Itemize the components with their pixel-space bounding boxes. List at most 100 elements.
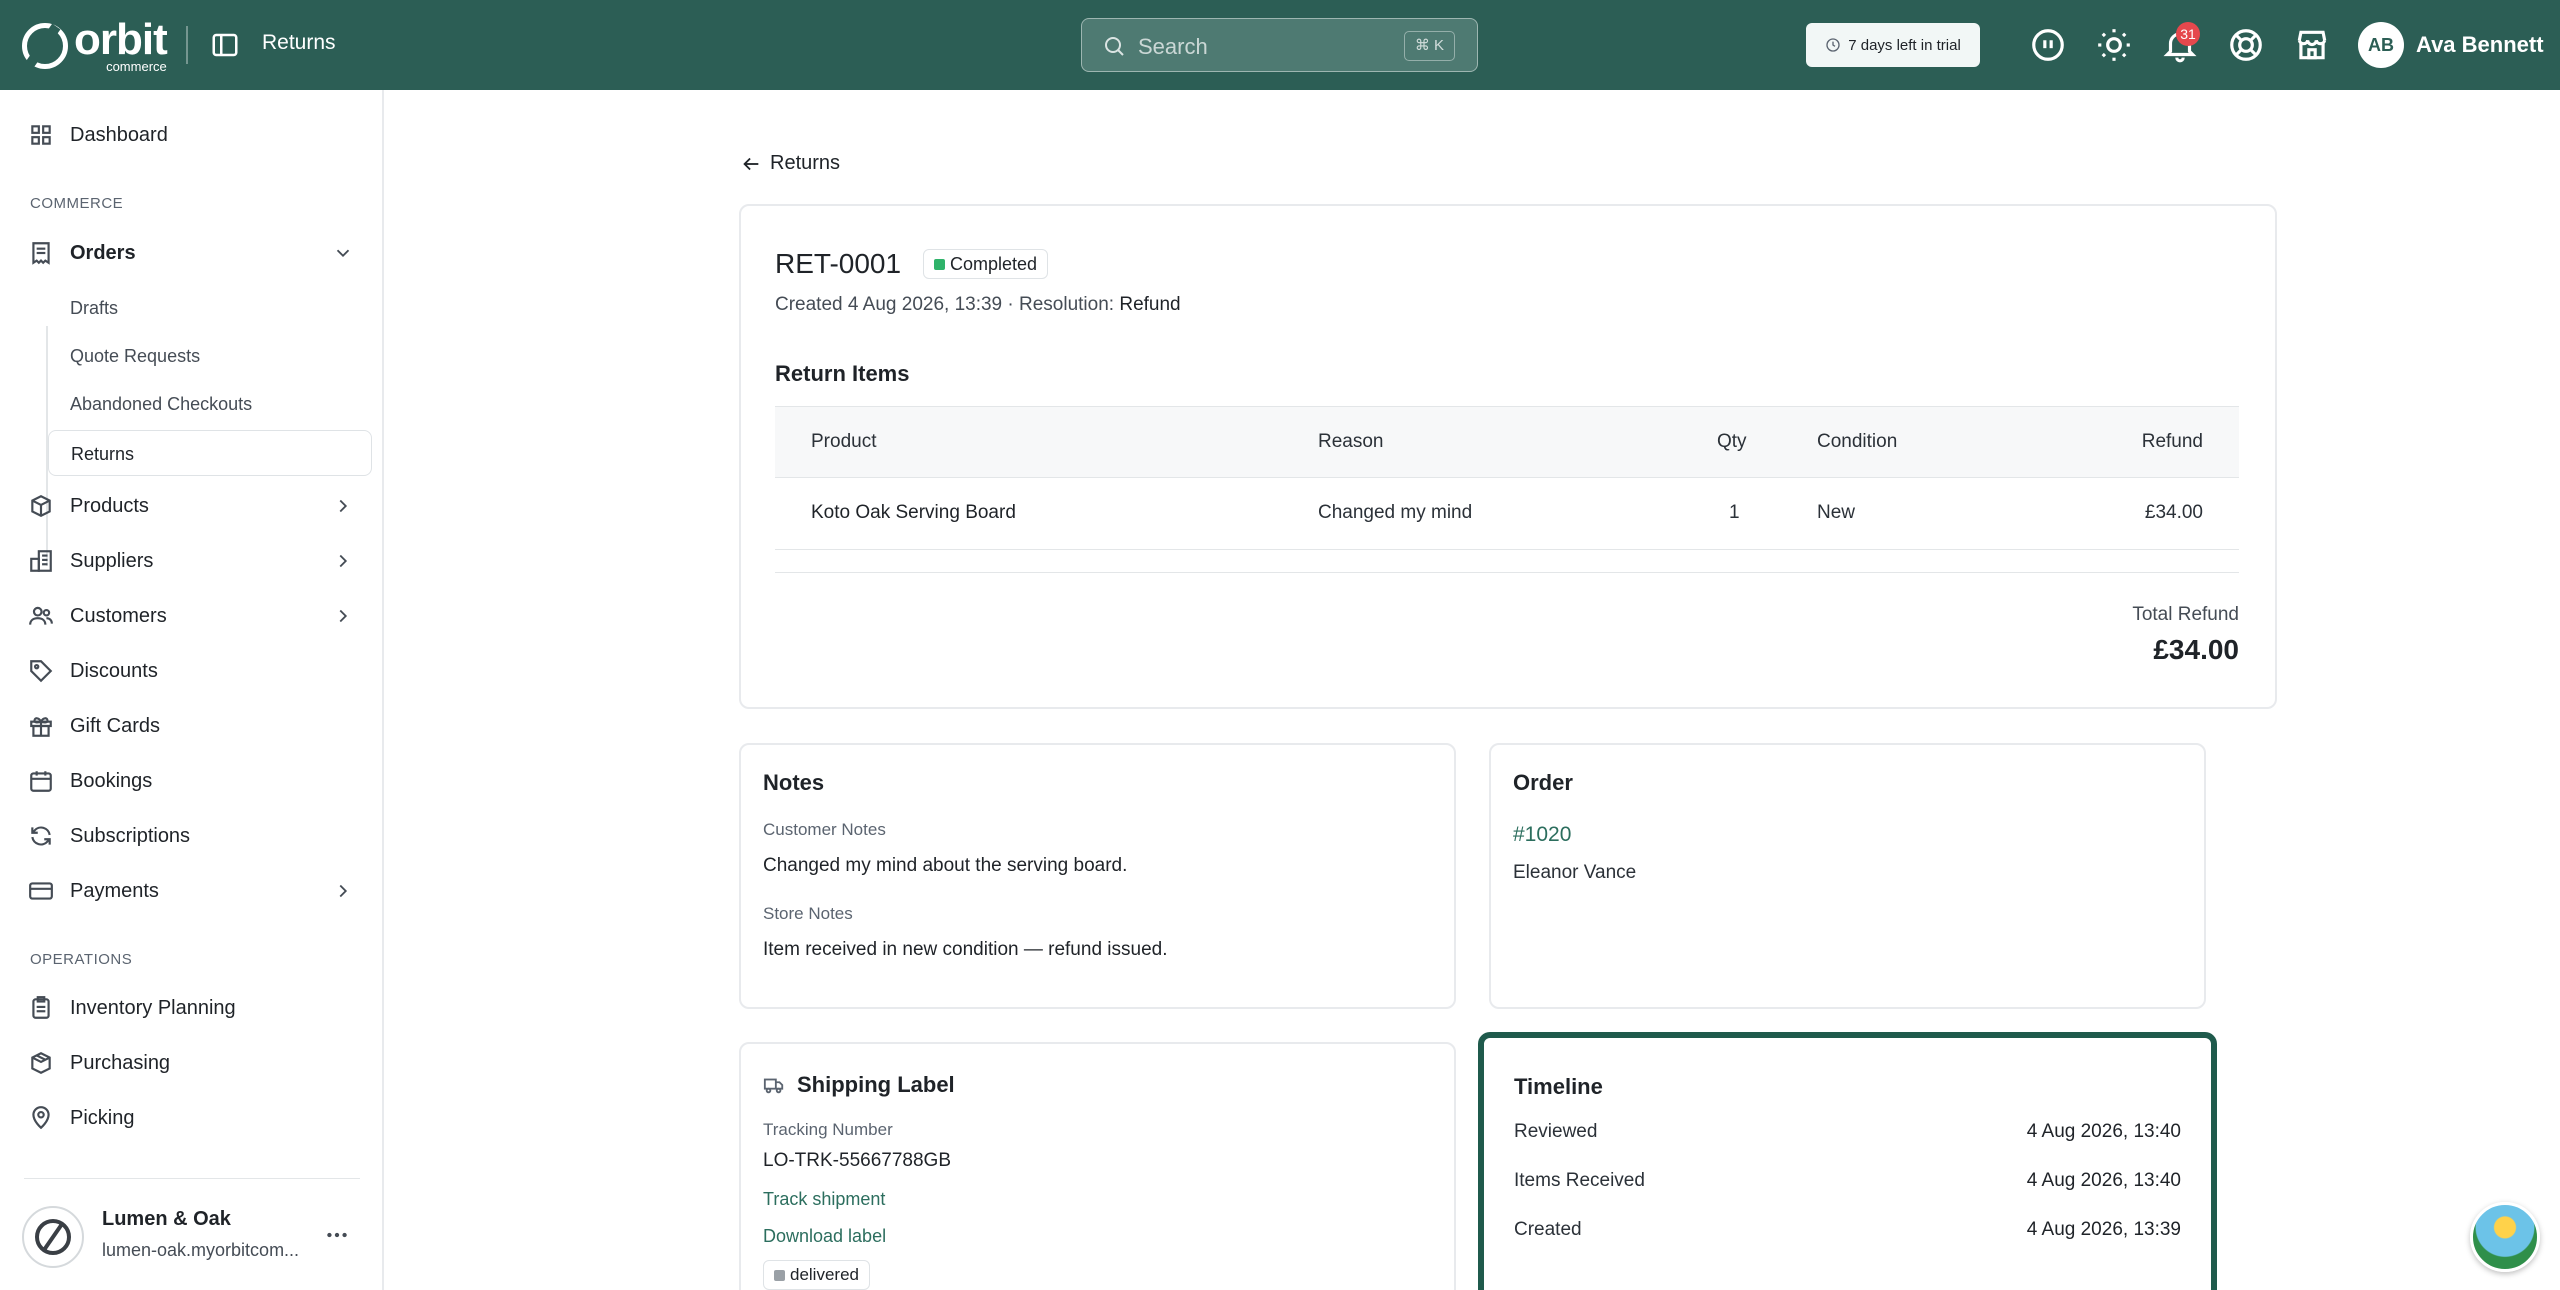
sidebar-item-label: Bookings — [70, 769, 153, 792]
calendar-icon — [30, 771, 52, 792]
sidebar-item-customers[interactable]: Customers — [0, 591, 384, 641]
sidebar-item-suppliers[interactable]: Suppliers — [0, 536, 384, 586]
track-shipment-link[interactable]: Track shipment — [763, 1189, 885, 1210]
column-header-refund: Refund — [2141, 431, 2203, 452]
help-lifebuoy-icon[interactable] — [2227, 26, 2265, 64]
package-icon — [31, 1052, 51, 1074]
sidebar-item-label: Dashboard — [70, 123, 168, 146]
cell-condition: New — [1817, 502, 1856, 523]
sidebar-item-gift-cards[interactable]: Gift Cards — [0, 701, 384, 751]
back-link[interactable]: Returns — [740, 152, 840, 175]
sidebar-item-discounts[interactable]: Discounts — [0, 646, 384, 696]
shipping-label-card: Shipping Label Tracking Number LO-TRK-55… — [739, 1042, 1456, 1290]
search-input[interactable]: Search ⌘ K — [1081, 18, 1478, 72]
sidebar-toggle-icon[interactable] — [210, 30, 240, 60]
timeline-event-label: Items Received — [1514, 1170, 1645, 1191]
table-row[interactable]: Koto Oak Serving Board Changed my mind 1… — [775, 478, 2239, 550]
chevron-right-icon[interactable] — [332, 605, 354, 627]
sidebar-item-label: Gift Cards — [70, 714, 161, 737]
total-refund-label: Total Refund — [2132, 604, 2239, 625]
store-name[interactable]: Lumen & Oak — [102, 1208, 231, 1231]
sidebar-item-picking[interactable]: Picking — [0, 1093, 384, 1143]
clipboard-icon — [32, 996, 50, 1019]
timeline-event-date: 4 Aug 2026, 13:40 — [2026, 1121, 2181, 1142]
chevron-right-icon[interactable] — [332, 495, 354, 517]
storefront-icon[interactable] — [2293, 26, 2331, 64]
trial-badge[interactable]: 7 days left in trial — [1806, 23, 1980, 67]
sidebar-item-label: Subscriptions — [70, 824, 191, 847]
sidebar-item-purchasing[interactable]: Purchasing — [0, 1038, 384, 1088]
notes-card: Notes Customer Notes Changed my mind abo… — [739, 743, 1456, 1009]
sidebar-divider — [24, 1178, 360, 1179]
search-icon — [1105, 37, 1124, 56]
sidebar-item-dashboard[interactable]: Dashboard — [0, 110, 384, 160]
return-id: RET-0001 — [775, 248, 902, 279]
return-summary-card: RET-0001 Completed Created 4 Aug 2026, 1… — [739, 204, 2277, 709]
topbar-divider — [186, 26, 188, 64]
sidebar-subitem-drafts[interactable]: Drafts — [48, 285, 372, 331]
more-options-icon[interactable] — [324, 1222, 350, 1248]
column-header-condition: Condition — [1817, 431, 1898, 452]
shipping-status-text: delivered — [790, 1265, 859, 1284]
chevron-down-icon[interactable] — [332, 242, 354, 264]
sidebar-item-inventory-planning[interactable]: Inventory Planning — [0, 983, 384, 1033]
chevron-right-icon[interactable] — [332, 550, 354, 572]
total-refund-value: £34.00 — [2153, 634, 2239, 665]
store-notes-value: Item received in new condition — refund … — [763, 939, 1168, 960]
totals-divider — [775, 572, 2239, 573]
logo-word: orbit — [74, 15, 168, 64]
column-header-qty: Qty — [1717, 431, 1747, 452]
sidebar-item-label: Inventory Planning — [70, 996, 236, 1019]
cell-reason: Changed my mind — [1318, 502, 1473, 523]
customer-notes-value: Changed my mind about the serving board. — [763, 855, 1128, 876]
chevron-right-icon[interactable] — [332, 880, 354, 902]
sidebar-item-orders[interactable]: Orders — [0, 228, 384, 278]
cell-refund: £34.00 — [2144, 502, 2203, 523]
orbit-logo[interactable]: orbit commerce — [22, 15, 168, 74]
sidebar-subitem-label: Abandoned Checkouts — [70, 394, 253, 414]
search-shortcut: ⌘ K — [1403, 31, 1455, 61]
box-icon — [31, 495, 51, 517]
user-name[interactable]: Ava Bennett — [2416, 32, 2544, 58]
order-card: Order #1020 Eleanor Vance — [1489, 743, 2206, 1009]
status-text: Completed — [950, 254, 1038, 274]
customer-notes-label: Customer Notes — [763, 820, 886, 839]
logo-sub: commerce — [106, 59, 167, 74]
store-notes-label: Store Notes — [763, 904, 853, 923]
order-number-link[interactable]: #1020 — [1513, 823, 1571, 847]
resolution-value: Refund — [1119, 294, 1181, 315]
status-dot — [774, 1270, 785, 1281]
return-items-title: Return Items — [775, 361, 910, 386]
sidebar-item-products[interactable]: Products — [0, 481, 384, 531]
sidebar-subitem-quote-requests[interactable]: Quote Requests — [48, 333, 372, 379]
sidebar-subitem-returns[interactable]: Returns — [48, 430, 372, 476]
notes-title: Notes — [763, 770, 825, 795]
sidebar-item-bookings[interactable]: Bookings — [0, 756, 384, 806]
top-bar: orbit commerce Returns Search ⌘ K 7 days… — [0, 0, 2560, 90]
sidebar-item-payments[interactable]: Payments — [0, 866, 384, 916]
section-label-commerce: COMMERCE — [30, 195, 124, 212]
credit-card-icon — [29, 882, 53, 900]
sidebar-subitem-abandoned-checkouts[interactable]: Abandoned Checkouts — [48, 381, 372, 427]
trial-text: 7 days left in trial — [1848, 36, 1961, 54]
status-dot — [934, 259, 945, 270]
status-badge: Completed — [923, 249, 1049, 279]
column-header-product: Product — [811, 431, 877, 452]
cell-product: Koto Oak Serving Board — [811, 502, 1016, 523]
users-icon — [29, 606, 53, 625]
sun-icon[interactable] — [2095, 26, 2133, 64]
return-items-table: Product Reason Qty Condition Refund Koto… — [775, 406, 2239, 550]
map-pin-icon — [32, 1106, 50, 1130]
sidebar-subitem-label: Quote Requests — [70, 346, 201, 366]
page-title: Returns — [262, 31, 336, 54]
section-label-operations: OPERATIONS — [30, 951, 133, 968]
avatar[interactable]: AB — [2358, 22, 2404, 68]
created-text: Created 4 Aug 2026, 13:39 · Resolution: — [775, 294, 1115, 315]
download-label-link[interactable]: Download label — [763, 1226, 886, 1247]
store-logo[interactable] — [22, 1206, 84, 1268]
orbit-logo-icon — [22, 22, 68, 69]
chat-assistant-icon[interactable] — [2470, 1202, 2540, 1272]
assistant-icon[interactable] — [2029, 26, 2067, 64]
sidebar-item-subscriptions[interactable]: Subscriptions — [0, 811, 384, 861]
store-logo-icon — [35, 1219, 71, 1255]
